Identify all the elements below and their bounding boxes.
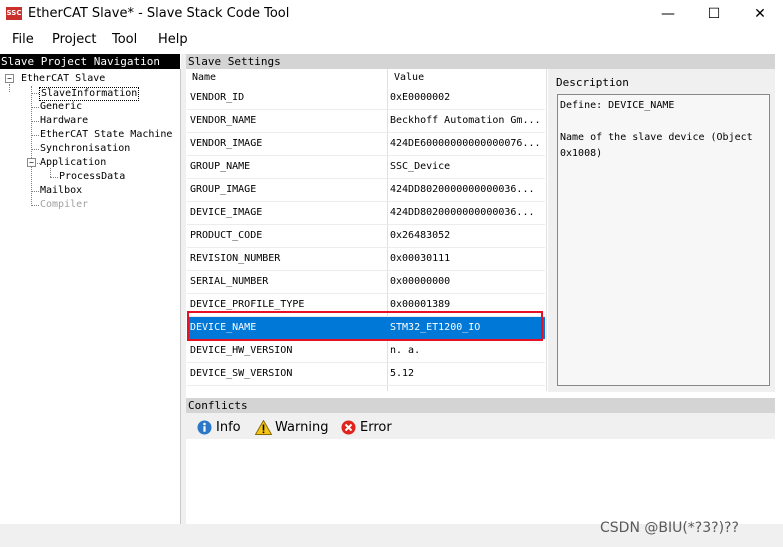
tree-collapse-icon[interactable]: − <box>27 158 36 167</box>
setting-name: VENDOR_IMAGE <box>190 138 263 149</box>
description-title: Description <box>556 76 629 89</box>
info-filter-button[interactable]: Info <box>197 418 241 436</box>
app-icon: SSC <box>6 7 22 20</box>
setting-name: GROUP_IMAGE <box>190 184 257 195</box>
menu-help[interactable]: Help <box>158 32 188 47</box>
info-icon <box>197 420 212 434</box>
settings-row[interactable]: DEVICE_SW_VERSION 5.12 <box>187 363 545 386</box>
setting-name: REVISION_NUMBER <box>190 253 281 264</box>
error-label: Error <box>360 419 392 435</box>
close-button[interactable]: ✕ <box>737 0 783 29</box>
description-text: Define: DEVICE_NAME Name of the slave de… <box>557 94 770 386</box>
tree-item-state-machine[interactable]: EtherCAT State Machine <box>40 129 172 141</box>
settings-row[interactable]: DEVICE_HW_VERSION n. a. <box>187 340 545 363</box>
column-header-value[interactable]: Value <box>394 69 544 86</box>
settings-row[interactable]: GROUP_IMAGE 424DD8020000000000036... <box>187 179 545 202</box>
menu-project[interactable]: Project <box>52 32 96 47</box>
setting-value[interactable]: 0x26483052 <box>390 225 542 247</box>
settings-row[interactable]: VENDOR_NAME Beckhoff Automation Gm... <box>187 110 545 133</box>
error-icon <box>341 420 356 434</box>
annotation-highlight-box <box>187 311 543 341</box>
settings-row[interactable]: REVISION_NUMBER 0x00030111 <box>187 248 545 271</box>
minimize-button[interactable]: — <box>645 0 691 29</box>
tree-line <box>31 107 39 108</box>
conflicts-header: Conflicts <box>186 398 775 413</box>
maximize-button[interactable]: ☐ <box>691 0 737 29</box>
setting-value[interactable]: SSC_Device <box>390 156 542 178</box>
tree-item-application[interactable]: Application <box>40 157 106 169</box>
settings-row[interactable]: PRODUCT_CODE 0x26483052 <box>187 225 545 248</box>
tree-line <box>31 121 39 122</box>
tree-line <box>31 191 39 192</box>
navigation-header: Slave Project Navigation <box>0 54 180 69</box>
setting-value[interactable]: 424DE60000000000000076... <box>390 133 542 155</box>
window-title: EtherCAT Slave* - Slave Stack Code Tool <box>28 6 290 21</box>
menu-tool[interactable]: Tool <box>112 32 137 47</box>
info-label: Info <box>216 419 241 435</box>
settings-row[interactable]: DEVICE_IMAGE 424DD8020000000000036... <box>187 202 545 225</box>
setting-name: DEVICE_IMAGE <box>190 207 263 218</box>
tree-line <box>31 205 39 206</box>
setting-value[interactable]: 0xE0000002 <box>390 87 542 109</box>
setting-name: PRODUCT_CODE <box>190 230 263 241</box>
setting-value[interactable]: Beckhoff Automation Gm... <box>390 110 542 132</box>
setting-name: DEVICE_HW_VERSION <box>190 345 293 356</box>
tree-collapse-icon[interactable]: − <box>5 74 14 83</box>
tree-item-process-data[interactable]: ProcessData <box>59 171 125 183</box>
tree-line <box>31 93 39 94</box>
warning-icon <box>255 419 272 435</box>
setting-name: DEVICE_SW_VERSION <box>190 368 293 379</box>
settings-row[interactable]: VENDOR_ID 0xE0000002 <box>187 87 545 110</box>
watermark: CSDN @BIU(*?3?)?? <box>600 520 739 536</box>
slave-settings-header: Slave Settings <box>186 54 775 69</box>
tree-line <box>31 149 39 150</box>
setting-name: VENDOR_ID <box>190 92 245 103</box>
setting-value[interactable]: 424DD8020000000000036... <box>390 202 542 224</box>
menu-file[interactable]: File <box>12 32 34 47</box>
tree-line <box>31 135 39 136</box>
setting-value[interactable]: 0x00000000 <box>390 271 542 293</box>
tree-item-generic[interactable]: Generic <box>40 101 82 113</box>
setting-value[interactable]: n. a. <box>390 340 542 362</box>
tree-item-mailbox[interactable]: Mailbox <box>40 185 82 197</box>
conflicts-list <box>186 439 775 524</box>
setting-value[interactable]: 0x00030111 <box>390 248 542 270</box>
tree-item-compiler: Compiler <box>40 199 89 210</box>
setting-name: GROUP_NAME <box>190 161 251 172</box>
tree-item-ethercat-slave[interactable]: EtherCAT Slave <box>21 73 105 85</box>
tree-line <box>50 177 58 178</box>
tree-item-slave-information[interactable]: SlaveInformation <box>39 87 140 101</box>
column-header-name[interactable]: Name <box>192 69 382 86</box>
error-filter-button[interactable]: Error <box>341 418 392 436</box>
settings-row[interactable]: VENDOR_IMAGE 424DE60000000000000076... <box>187 133 545 156</box>
setting-value[interactable]: 424DD8020000000000036... <box>390 179 542 201</box>
warning-label: Warning <box>275 419 329 435</box>
tree-item-synchronisation[interactable]: Synchronisation <box>40 143 130 155</box>
setting-value[interactable]: 5.12 <box>390 363 542 385</box>
settings-row[interactable]: SERIAL_NUMBER 0x00000000 <box>187 271 545 294</box>
warning-filter-button[interactable]: Warning <box>255 418 328 436</box>
settings-row[interactable]: GROUP_NAME SSC_Device <box>187 156 545 179</box>
setting-name: SERIAL_NUMBER <box>190 276 269 287</box>
tree-line <box>50 168 51 177</box>
column-divider <box>546 69 547 391</box>
setting-name: VENDOR_NAME <box>190 115 257 126</box>
tree-line <box>9 84 10 92</box>
tree-line <box>31 86 32 206</box>
tree-item-hardware[interactable]: Hardware <box>40 115 88 127</box>
